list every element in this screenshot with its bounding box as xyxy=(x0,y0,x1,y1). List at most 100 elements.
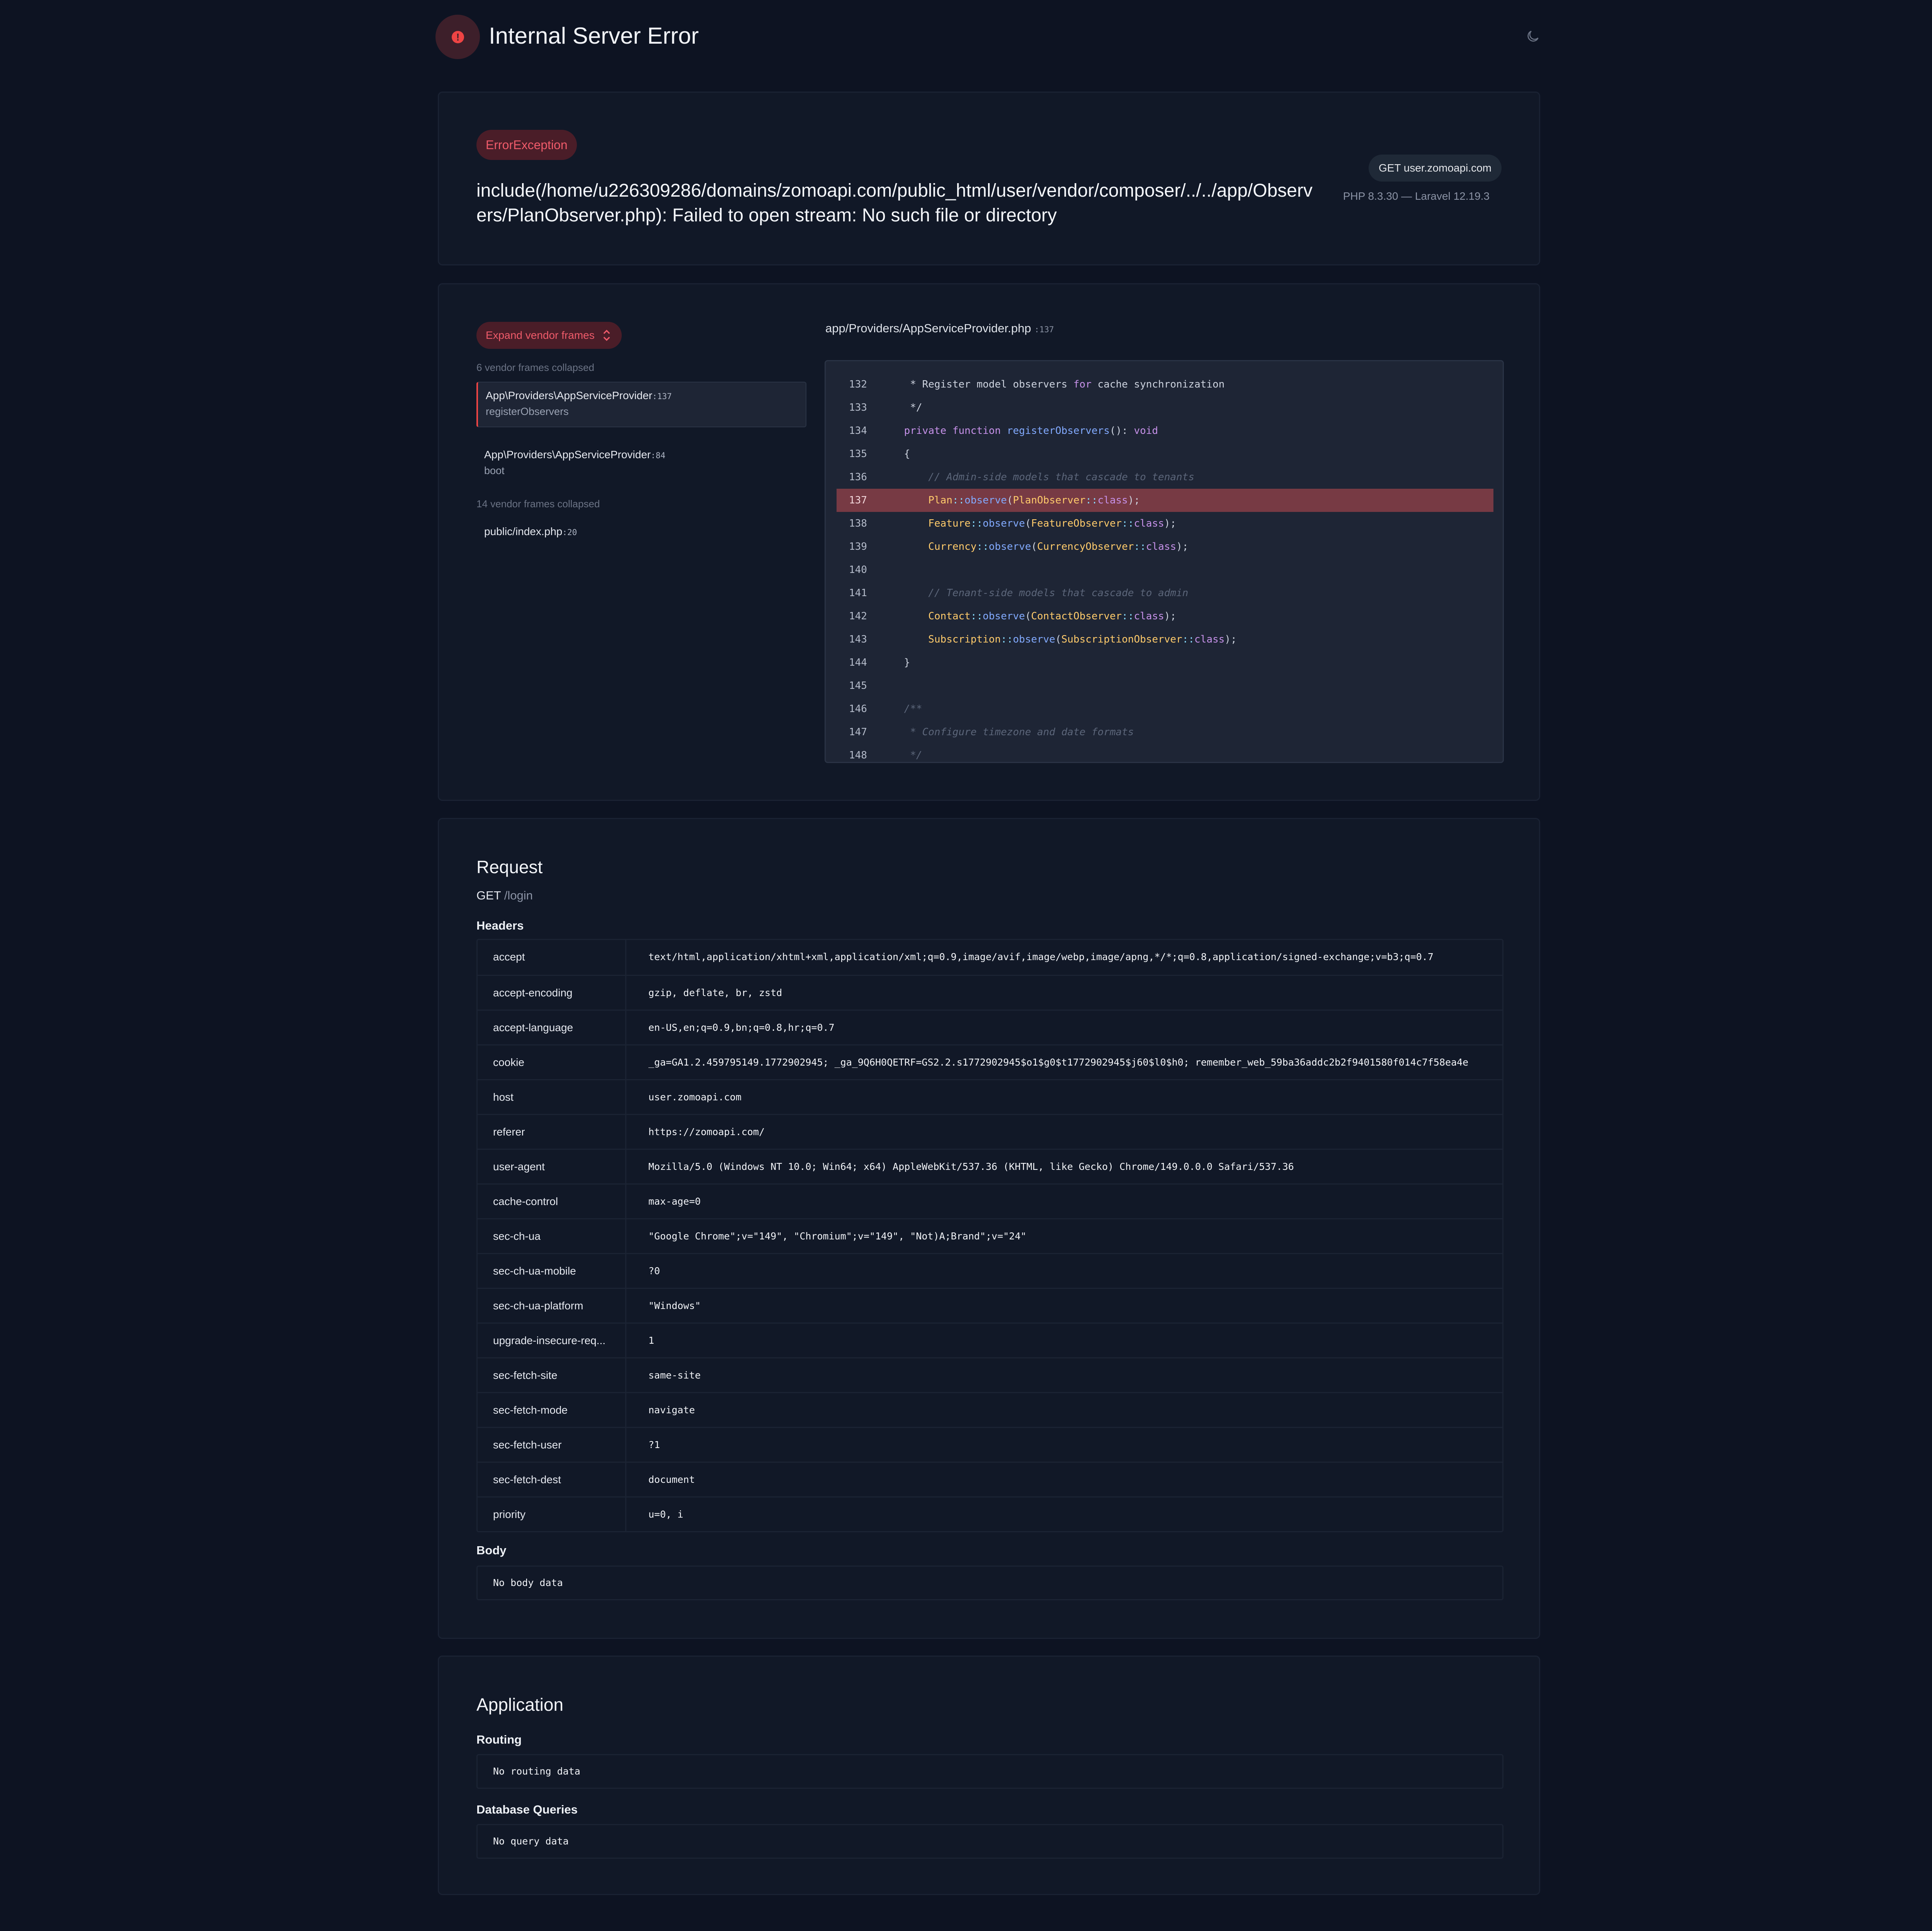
line-number: 143 xyxy=(849,634,867,645)
line-number: 141 xyxy=(849,587,867,599)
header-value[interactable]: user.zomoapi.com xyxy=(626,1080,1502,1114)
header-key: accept xyxy=(478,940,626,975)
header-value[interactable]: "Google Chrome";v="149", "Chromium";v="1… xyxy=(626,1219,1502,1253)
header-value[interactable]: document xyxy=(626,1463,1502,1496)
header-value[interactable]: text/html,application/xhtml+xml,applicat… xyxy=(626,940,1502,975)
exception-card: ErrorException include(/home/u226309286/… xyxy=(438,92,1540,265)
header-key: sec-fetch-site xyxy=(478,1358,626,1392)
code-line: 141 // Tenant-side models that cascade t… xyxy=(837,581,1493,605)
code-text: Contact::observe(ContactObserver::class)… xyxy=(928,610,1177,622)
code-text: Plan::observe(PlanObserver::class); xyxy=(928,495,1140,506)
body-title: Body xyxy=(476,1543,507,1557)
header-key: sec-ch-ua xyxy=(478,1219,626,1253)
header-value[interactable]: "Windows" xyxy=(626,1289,1502,1322)
frame-line: :137 xyxy=(652,392,672,401)
code-text: Subscription::observe(SubscriptionObserv… xyxy=(928,634,1237,645)
code-snippet: 132 * Register model observers for cache… xyxy=(825,360,1504,763)
header-value[interactable]: ?1 xyxy=(626,1428,1502,1462)
code-text: */ xyxy=(880,402,922,413)
header-row: accept text/html,application/xhtml+xml,ap… xyxy=(478,940,1502,975)
stack-frame[interactable]: public/index.php:20 xyxy=(476,518,806,546)
header-key: sec-fetch-dest xyxy=(478,1463,626,1496)
expand-vendor-frames-button[interactable]: Expand vendor frames xyxy=(476,322,622,349)
vendor-frames-collapsed-note[interactable]: 14 vendor frames collapsed xyxy=(476,498,600,510)
code-line-highlighted: 137 Plan::observe(PlanObserver::class); xyxy=(837,489,1493,512)
code-line: 145 xyxy=(837,674,1493,697)
code-text: */ xyxy=(910,750,922,761)
code-line: 146 /** xyxy=(837,697,1493,721)
header-row: sec-fetch-user ?1 xyxy=(478,1427,1502,1462)
header-value[interactable]: same-site xyxy=(626,1358,1502,1392)
code-line: 143 Subscription::observe(SubscriptionOb… xyxy=(837,628,1493,651)
header-key: host xyxy=(478,1080,626,1114)
stack-trace-card: Expand vendor frames 6 vendor frames col… xyxy=(438,283,1540,801)
header-key: sec-fetch-user xyxy=(478,1428,626,1462)
header-value[interactable]: Mozilla/5.0 (Windows NT 10.0; Win64; x64… xyxy=(626,1150,1502,1183)
body-box: No body data xyxy=(476,1566,1503,1600)
line-number: 137 xyxy=(849,495,867,506)
line-number: 133 xyxy=(849,402,867,413)
code-text: { xyxy=(880,448,910,460)
code-text: // Admin-side models that cascade to ten… xyxy=(928,471,1194,483)
stack-frame[interactable]: App\Providers\AppServiceProvider:137 reg… xyxy=(476,382,806,427)
line-number: 145 xyxy=(849,680,867,692)
header-key: sec-fetch-mode xyxy=(478,1393,626,1427)
headers-table: accept text/html,application/xhtml+xml,ap… xyxy=(476,939,1503,1532)
header-key: sec-ch-ua-platform xyxy=(478,1289,626,1322)
code-text: * Configure timezone and date formats xyxy=(910,726,1134,738)
header-value[interactable]: u=0, i xyxy=(626,1498,1502,1531)
code-line: 138 Feature::observe(FeatureObserver::cl… xyxy=(837,512,1493,535)
code-text: /** xyxy=(904,703,922,715)
code-line: 147 * Configure timezone and date format… xyxy=(837,721,1493,744)
header-value[interactable]: en-US,en;q=0.9,bn;q=0.8,hr;q=0.7 xyxy=(626,1011,1502,1044)
header-row: sec-ch-ua-platform "Windows" xyxy=(478,1288,1502,1322)
exception-type-badge: ErrorException xyxy=(476,130,577,160)
header-key: priority xyxy=(478,1498,626,1531)
stack-frame[interactable]: App\Providers\AppServiceProvider:84 boot xyxy=(476,442,806,487)
request-method: GET xyxy=(476,889,501,902)
header-key: sec-ch-ua-mobile xyxy=(478,1254,626,1288)
code-line: 135 { xyxy=(837,442,1493,466)
frame-class: App\Providers\AppServiceProvider xyxy=(486,389,653,401)
frame-line: :84 xyxy=(651,451,666,460)
chevron-up-down-icon xyxy=(603,330,610,341)
frame-function: registerObservers xyxy=(486,406,569,417)
code-text: private function registerObservers(): vo… xyxy=(904,425,1158,437)
header-value[interactable]: max-age=0 xyxy=(626,1185,1502,1218)
line-number: 139 xyxy=(849,541,867,552)
vendor-frames-collapsed-note[interactable]: 6 vendor frames collapsed xyxy=(476,362,594,374)
code-text: } xyxy=(880,657,910,668)
code-text: * Register model observers for cache syn… xyxy=(880,379,1225,390)
code-line: 132 * Register model observers for cache… xyxy=(837,373,1493,396)
code-line: 142 Contact::observe(ContactObserver::cl… xyxy=(837,605,1493,628)
code-text: Currency::observe(CurrencyObserver::clas… xyxy=(928,541,1189,552)
code-line: 139 Currency::observe(CurrencyObserver::… xyxy=(837,535,1493,558)
header-row: accept-language en-US,en;q=0.9,bn;q=0.8,h… xyxy=(478,1010,1502,1044)
line-number: 142 xyxy=(849,610,867,622)
header-value[interactable]: navigate xyxy=(626,1393,1502,1427)
request-path: /login xyxy=(504,889,533,902)
header-key: cache-control xyxy=(478,1185,626,1218)
expand-vendor-frames-label: Expand vendor frames xyxy=(486,329,595,341)
header-key: upgrade-insecure-req... xyxy=(478,1324,626,1357)
code-line: 148 */ xyxy=(837,744,1493,762)
page-title: Internal Server Error xyxy=(489,23,699,49)
header-key: user-agent xyxy=(478,1150,626,1183)
header-row: user-agent Mozilla/5.0 (Windows NT 10.0; … xyxy=(478,1149,1502,1183)
header-row: sec-fetch-mode navigate xyxy=(478,1392,1502,1427)
header-value[interactable]: ?0 xyxy=(626,1254,1502,1288)
routing-title: Routing xyxy=(476,1733,522,1746)
frame-line: :20 xyxy=(562,528,577,537)
header-value[interactable]: gzip, deflate, br, zstd xyxy=(626,976,1502,1010)
line-number: 140 xyxy=(849,564,867,576)
version-info: PHP 8.3.30 — Laravel 12.19.3 xyxy=(1343,190,1490,202)
line-number: 136 xyxy=(849,471,867,483)
header-value[interactable]: 1 xyxy=(626,1324,1502,1357)
code-line: 136 // Admin-side models that cascade to… xyxy=(837,466,1493,489)
header-row: accept-encoding gzip, deflate, br, zstd xyxy=(478,975,1502,1010)
header-value[interactable]: _ga=GA1.2.459795149.1772902945; _ga_9Q6H… xyxy=(626,1045,1502,1079)
header-row: priority u=0, i xyxy=(478,1496,1502,1531)
page-header: ! Internal Server Error xyxy=(435,15,1541,59)
moon-icon[interactable] xyxy=(1525,29,1541,44)
header-value[interactable]: https://zomoapi.com/ xyxy=(626,1115,1502,1149)
